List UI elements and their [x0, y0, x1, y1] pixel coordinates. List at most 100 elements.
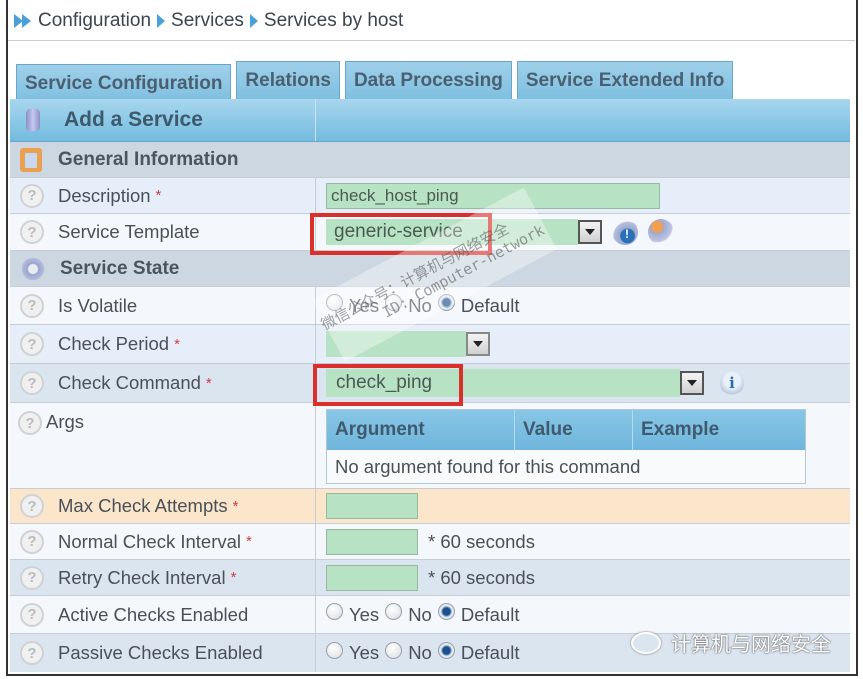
tab-service-configuration[interactable]: Service Configuration	[16, 64, 232, 102]
breadcrumb-divider	[8, 40, 855, 41]
row-is-volatile: ? Is Volatile Yes No Default	[10, 287, 850, 325]
help-icon[interactable]: ?	[20, 371, 44, 395]
passive-checks-yes-radio[interactable]	[326, 641, 343, 659]
is-volatile-default-radio[interactable]	[437, 294, 455, 311]
row-check-command: ? Check Command * check_ping i	[10, 364, 850, 403]
row-description: ? Description * check_host_ping	[10, 178, 850, 214]
tab-service-extended-info[interactable]: Service Extended Info	[516, 61, 734, 99]
passive-checks-radio-group: Yes No Default	[316, 634, 850, 672]
radio-label: Yes	[349, 603, 380, 625]
passive-checks-default-radio[interactable]	[437, 641, 455, 659]
is-volatile-no-radio[interactable]	[385, 294, 403, 311]
radio-label: Default	[460, 642, 520, 663]
required-marker: *	[230, 569, 237, 586]
radio-label: No	[408, 603, 432, 625]
help-icon[interactable]: ?	[20, 220, 44, 244]
breadcrumb: Configuration Services Services by host	[12, 8, 403, 34]
help-icon[interactable]: ?	[20, 602, 44, 627]
active-checks-no-radio[interactable]	[385, 603, 403, 620]
section-general-information: General Information	[10, 142, 850, 178]
section-service-state: Service State	[10, 251, 850, 287]
check-period-select[interactable]	[326, 331, 490, 357]
row-service-template: ? Service Template generic-service	[10, 214, 850, 251]
service-template-value[interactable]: generic-service	[326, 219, 578, 245]
active-checks-radio-group: Yes No Default	[316, 596, 850, 633]
check-period-value[interactable]	[326, 331, 466, 357]
form-title: Add a Service	[64, 108, 203, 131]
unit-label: * 60 seconds	[428, 530, 535, 552]
tab-bar: Service Configuration Relations Data Pro…	[16, 61, 734, 102]
breadcrumb-arrow-icon	[157, 14, 166, 28]
field-label: Is Volatile	[58, 294, 138, 316]
help-icon[interactable]: ?	[20, 529, 44, 554]
field-label: Max Check Attempts	[58, 495, 228, 516]
is-volatile-yes-radio[interactable]	[326, 294, 343, 311]
tab-data-processing[interactable]: Data Processing	[344, 61, 512, 99]
help-icon[interactable]: ?	[20, 494, 44, 518]
field-label: Args	[46, 411, 85, 432]
active-checks-yes-radio[interactable]	[326, 603, 343, 620]
section-title: Service State	[60, 257, 180, 279]
field-label: Check Period	[58, 333, 170, 354]
chevron-down-icon[interactable]	[578, 220, 602, 244]
args-table-header: Argument Value Example	[327, 410, 805, 450]
required-marker: *	[232, 497, 239, 515]
info-icon[interactable]: i	[720, 370, 744, 396]
radio-label: Default	[460, 603, 520, 625]
unit-label: * 60 seconds	[428, 566, 535, 588]
field-label: Check Command	[58, 372, 201, 393]
breadcrumb-double-arrow-icon	[12, 14, 34, 28]
row-active-checks-enabled: ? Active Checks Enabled Yes No Default	[10, 596, 850, 634]
help-icon[interactable]: ?	[20, 641, 44, 665]
field-label: Retry Check Interval	[58, 566, 226, 588]
args-empty-message: No argument found for this command	[335, 455, 641, 477]
breadcrumb-arrow-icon	[249, 14, 258, 28]
radio-label: No	[408, 642, 432, 663]
help-icon[interactable]: ?	[20, 183, 44, 208]
service-template-select[interactable]: generic-service	[326, 219, 602, 245]
help-icon[interactable]: ?	[20, 565, 44, 590]
is-volatile-radio-group: Yes No Default	[316, 287, 850, 324]
template-edit-gear-icon[interactable]	[648, 219, 674, 245]
database-icon	[26, 109, 40, 131]
radio-label: No	[408, 294, 432, 316]
form-header: Add a Service	[10, 99, 850, 142]
help-icon[interactable]: ?	[18, 411, 42, 435]
required-marker: *	[155, 187, 162, 204]
chevron-down-icon[interactable]	[466, 332, 490, 356]
breadcrumb-item-services[interactable]: Services	[171, 10, 244, 32]
description-input[interactable]: check_host_ping	[326, 182, 660, 209]
passive-checks-no-radio[interactable]	[385, 641, 403, 659]
row-retry-check-interval: ? Retry Check Interval * * 60 seconds	[10, 560, 850, 596]
required-marker: *	[246, 533, 252, 550]
row-max-check-attempts: ? Max Check Attempts *	[10, 489, 850, 524]
column-header-argument: Argument	[327, 410, 515, 450]
row-check-period: ? Check Period *	[10, 325, 850, 364]
chevron-down-icon[interactable]	[680, 371, 704, 395]
help-icon[interactable]: ?	[20, 293, 44, 318]
template-info-gear-icon[interactable]	[612, 219, 638, 245]
retry-check-interval-input[interactable]	[326, 564, 418, 591]
tab-relations[interactable]: Relations	[236, 61, 340, 99]
gear-icon	[20, 255, 46, 282]
radio-label: Yes	[349, 294, 380, 316]
normal-check-interval-input[interactable]	[326, 528, 418, 555]
column-header-example: Example	[641, 419, 720, 440]
breadcrumb-item-services-by-host[interactable]: Services by host	[264, 10, 403, 32]
max-check-attempts-input[interactable]	[326, 493, 418, 519]
breadcrumb-item-configuration[interactable]: Configuration	[38, 10, 151, 32]
column-header-value: Value	[515, 410, 633, 450]
field-label: Normal Check Interval	[58, 530, 242, 552]
active-checks-default-radio[interactable]	[437, 603, 455, 620]
check-command-value[interactable]: check_ping	[326, 369, 680, 397]
row-args: ? Args Argument Value Example No argumen…	[10, 403, 850, 489]
help-icon[interactable]: ?	[20, 332, 44, 356]
field-label: Description	[58, 184, 151, 206]
args-table: Argument Value Example No argument found…	[326, 409, 806, 484]
check-command-select[interactable]: check_ping	[326, 369, 704, 397]
row-normal-check-interval: ? Normal Check Interval * * 60 seconds	[10, 524, 850, 560]
field-label: Service Template	[58, 221, 200, 242]
field-label: Active Checks Enabled	[58, 603, 249, 625]
required-marker: *	[174, 335, 180, 353]
section-title: General Information	[58, 148, 239, 170]
